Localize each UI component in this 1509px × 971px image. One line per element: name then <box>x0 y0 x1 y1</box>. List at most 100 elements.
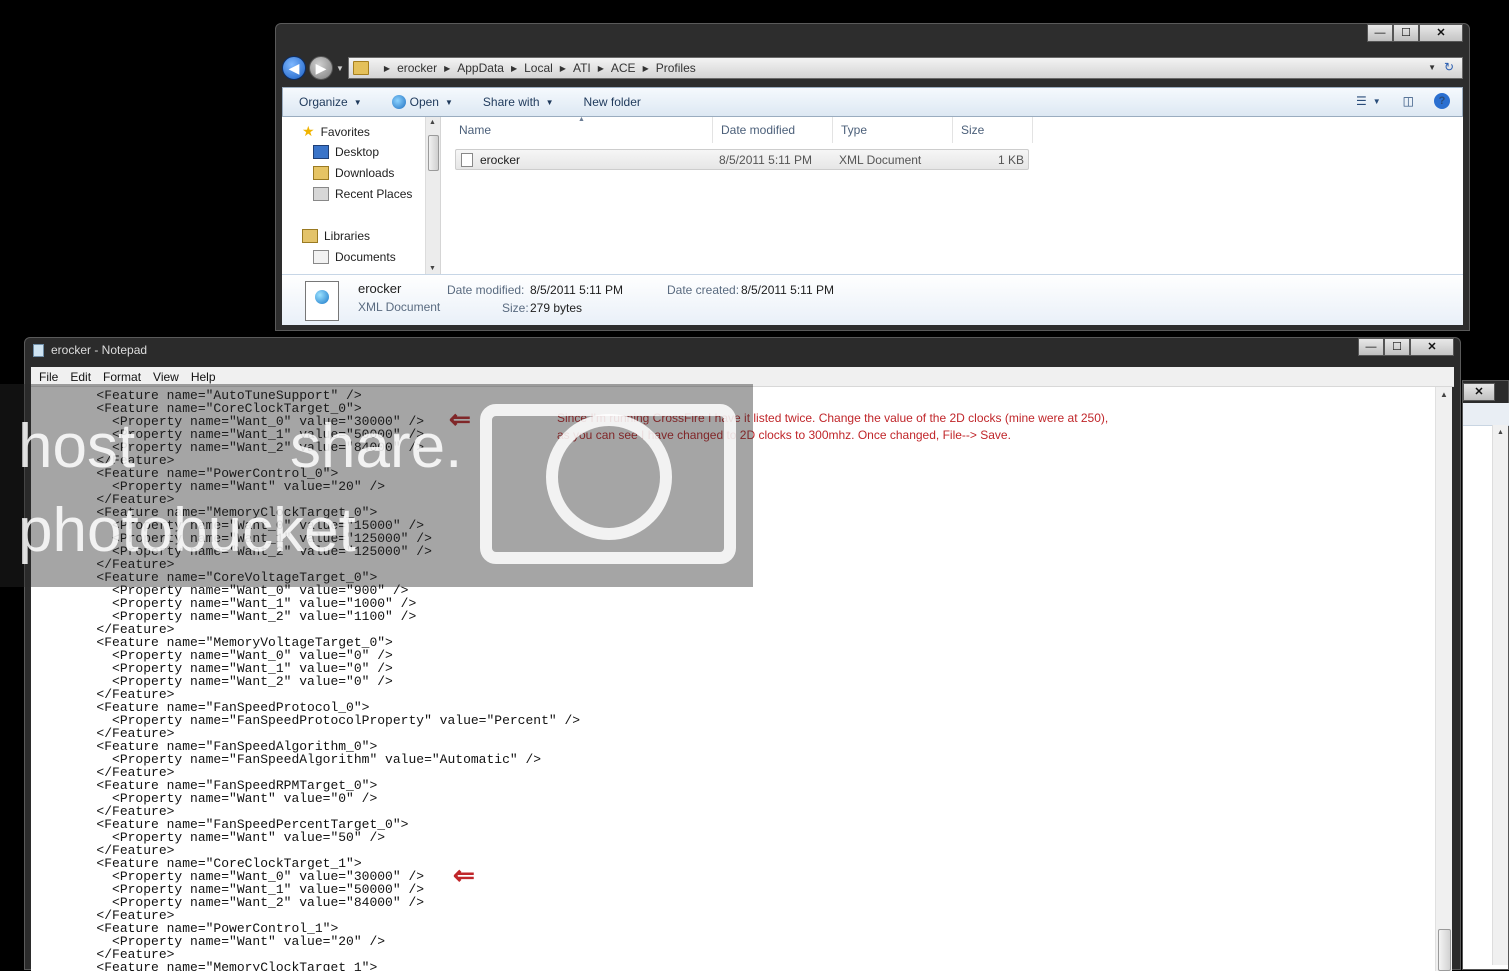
watermark-text-photobucket: photobucket <box>18 496 356 565</box>
details-size-label: Size: <box>502 301 529 315</box>
chevron-right-icon[interactable]: ▶ <box>560 64 566 73</box>
view-controls: ☰ ▼ ◫ ? <box>1344 93 1450 109</box>
chevron-right-icon[interactable]: ▶ <box>643 64 649 73</box>
nav-libraries[interactable]: Libraries <box>302 229 370 243</box>
open-button[interactable]: Open ▼ <box>391 95 453 109</box>
scroll-thumb[interactable] <box>1438 929 1451 971</box>
file-name: erocker <box>480 153 521 167</box>
scroll-up-icon[interactable]: ▲ <box>429 119 436 126</box>
explorer-body: ★ Favorites Desktop Downloads Recent Pla… <box>282 116 1463 274</box>
nav-favorites[interactable]: ★ Favorites <box>302 123 370 140</box>
nav-downloads[interactable]: Downloads <box>313 166 394 180</box>
details-date-modified: 8/5/2011 5:11 PM <box>530 283 623 297</box>
xml-document-icon <box>461 153 473 167</box>
file-size: 1 KB <box>997 153 1024 167</box>
notepad-title: erocker - Notepad <box>51 343 148 357</box>
desktop-icon <box>313 145 329 159</box>
navigation-scrollbar[interactable]: ▲ ▼ <box>425 117 440 274</box>
breadcrumb-ace[interactable]: ACE <box>611 61 636 75</box>
details-pane: erocker XML Document Date modified: 8/5/… <box>282 274 1463 325</box>
file-list: ▲ Name Date modified Type Size erocker 8… <box>441 116 1463 274</box>
chevron-right-icon[interactable]: ▶ <box>511 64 517 73</box>
close-button[interactable]: ✕ <box>1419 24 1463 42</box>
breadcrumb-ati[interactable]: ATI <box>573 61 591 75</box>
column-name[interactable]: Name <box>451 117 713 143</box>
breadcrumb-appdata[interactable]: AppData <box>457 61 504 75</box>
back-arrow-icon[interactable]: ◀ <box>282 56 306 80</box>
command-bar: Organize ▼ Open ▼ Share with ▼ New folder ☰… <box>282 87 1463 117</box>
forward-arrow-icon[interactable]: ▶ <box>309 56 333 80</box>
maximize-button[interactable]: ☐ <box>1384 338 1410 356</box>
address-bar[interactable]: ▶ erocker ▶ AppData ▶ Local ▶ ATI ▶ ACE … <box>347 57 1463 79</box>
scroll-up-icon[interactable]: ▲ <box>1440 390 1448 399</box>
explorer-window: — ☐ ✕ ◀ ▶ ▼ ▶ erocker ▶ AppData ▶ Local … <box>275 23 1470 331</box>
scroll-up-icon[interactable]: ▲ <box>1497 429 1504 436</box>
background-window-titlebar: ✕ <box>1463 381 1508 403</box>
close-button[interactable]: ✕ <box>1410 338 1454 356</box>
share-with-label: Share with <box>482 95 540 109</box>
menu-file[interactable]: File <box>39 370 58 384</box>
share-with-button[interactable]: Share with ▼ <box>483 95 554 109</box>
menu-help[interactable]: Help <box>191 370 216 384</box>
scroll-down-icon[interactable]: ▼ <box>429 265 436 272</box>
explorer-window-controls: — ☐ ✕ <box>1367 24 1463 42</box>
view-dropdown-icon[interactable]: ▼ <box>1373 97 1381 106</box>
nav-favorites-label: Favorites <box>320 124 370 139</box>
details-date-created: 8/5/2011 5:11 PM <box>741 283 834 297</box>
star-icon: ★ <box>302 123 315 139</box>
column-type[interactable]: Type <box>833 117 953 143</box>
nav-documents-label: Documents <box>335 250 396 264</box>
view-list-icon[interactable]: ☰ <box>1356 94 1367 108</box>
help-icon[interactable]: ? <box>1434 93 1450 109</box>
chevron-down-icon: ▼ <box>444 97 453 107</box>
scroll-thumb[interactable] <box>428 135 439 171</box>
details-file-name: erocker <box>358 281 402 296</box>
menu-format[interactable]: Format <box>103 370 141 384</box>
column-size[interactable]: Size <box>953 117 1033 143</box>
history-dropdown-icon[interactable]: ▼ <box>336 64 344 73</box>
preview-pane-icon[interactable]: ◫ <box>1403 94 1414 108</box>
open-label: Open <box>409 95 439 109</box>
organize-button[interactable]: Organize ▼ <box>299 95 362 109</box>
minimize-button[interactable]: — <box>1358 338 1384 356</box>
refresh-icon[interactable]: ↻ <box>1440 60 1458 76</box>
menu-view[interactable]: View <box>153 370 179 384</box>
nav-downloads-label: Downloads <box>335 166 395 180</box>
notepad-icon <box>33 344 44 357</box>
details-file-type: XML Document <box>358 300 441 314</box>
documents-icon <box>313 250 329 264</box>
notepad-window-controls: — ☐ ✕ <box>1358 338 1454 356</box>
background-window-scrollbar[interactable]: ▲ <box>1492 425 1508 965</box>
editor-scrollbar[interactable]: ▲ <box>1435 387 1452 971</box>
watermark-text-host: host <box>18 412 136 481</box>
downloads-icon <box>313 166 329 180</box>
new-folder-label: New folder <box>583 95 641 109</box>
background-window-toolbar <box>1463 403 1509 426</box>
details-date-modified-label: Date modified: <box>447 283 525 297</box>
new-folder-button[interactable]: New folder <box>584 95 641 109</box>
photobucket-watermark: host share. photobucket <box>0 384 753 587</box>
maximize-button[interactable]: ☐ <box>1393 24 1419 42</box>
background-close-button[interactable]: ✕ <box>1463 383 1495 401</box>
minimize-button[interactable]: — <box>1367 24 1393 42</box>
breadcrumb-profiles[interactable]: Profiles <box>656 61 696 75</box>
recent-places-icon <box>313 187 329 201</box>
address-dropdown-icon[interactable]: ▼ <box>1428 63 1436 72</box>
breadcrumb-local[interactable]: Local <box>524 61 553 75</box>
nav-desktop-label: Desktop <box>335 145 380 159</box>
chevron-down-icon: ▼ <box>353 97 362 107</box>
menu-edit[interactable]: Edit <box>70 370 91 384</box>
organize-label: Organize <box>299 95 348 109</box>
nav-recent-places[interactable]: Recent Places <box>313 187 412 201</box>
nav-recent-places-label: Recent Places <box>335 187 413 201</box>
nav-desktop[interactable]: Desktop <box>313 145 379 159</box>
address-row: ◀ ▶ ▼ ▶ erocker ▶ AppData ▶ Local ▶ ATI … <box>282 55 1463 81</box>
column-date-modified[interactable]: Date modified <box>713 117 833 143</box>
chevron-right-icon[interactable]: ▶ <box>598 64 604 73</box>
chevron-right-icon[interactable]: ▶ <box>384 64 390 73</box>
file-row[interactable]: erocker 8/5/2011 5:11 PM XML Document 1 … <box>455 149 1029 170</box>
chevron-right-icon[interactable]: ▶ <box>444 64 450 73</box>
nav-documents[interactable]: Documents <box>313 250 396 264</box>
breadcrumb-erocker[interactable]: erocker <box>397 61 437 75</box>
camera-icon <box>480 404 736 564</box>
